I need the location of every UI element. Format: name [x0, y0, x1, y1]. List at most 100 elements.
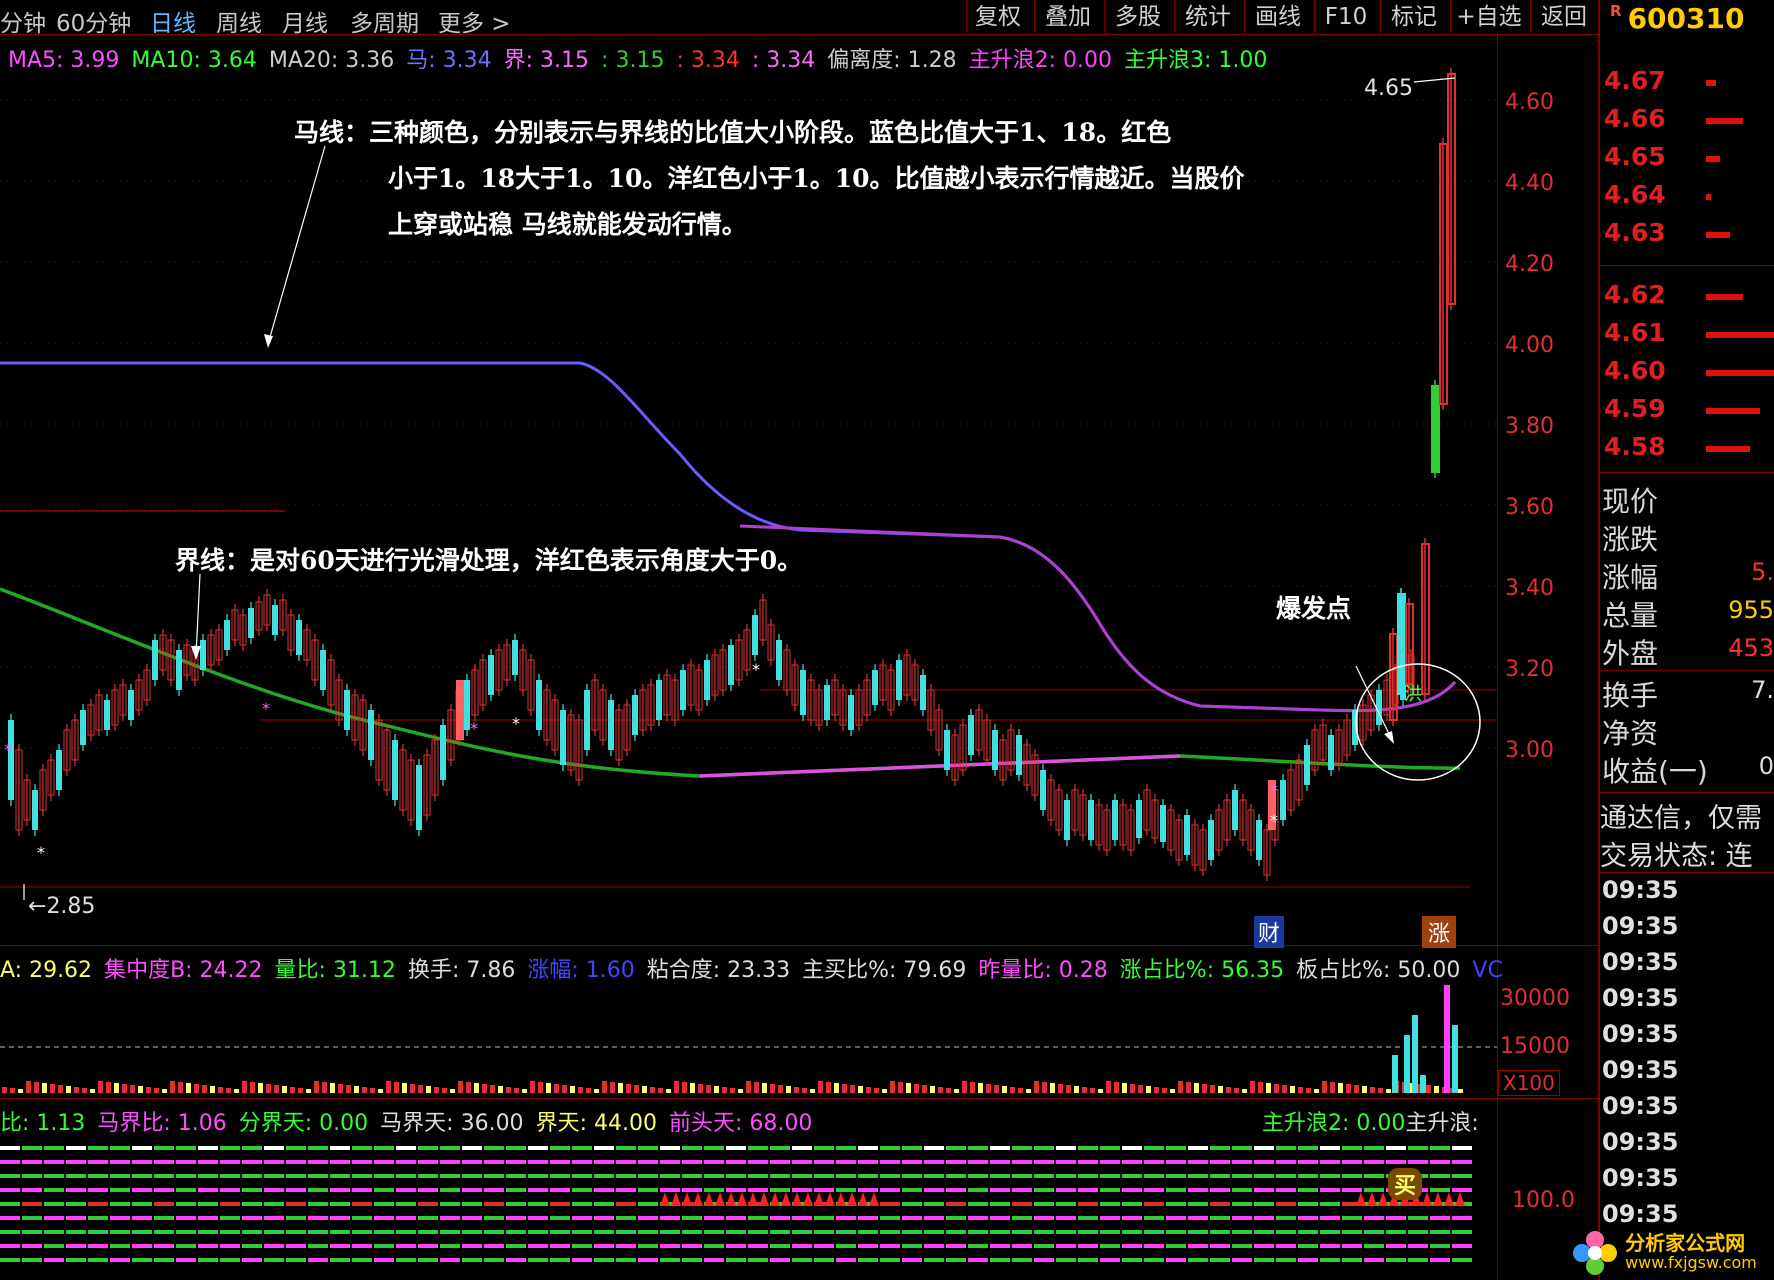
signal-segment: [154, 1258, 174, 1262]
signal-segment: [1320, 1160, 1340, 1164]
volume-bar: [282, 1086, 287, 1093]
signal-segment: [242, 1174, 262, 1178]
orderbook-price[interactable]: 4.67: [1604, 66, 1666, 95]
signal-segment: [1122, 1230, 1142, 1234]
candle-body: [1112, 800, 1118, 840]
signal-segment: [374, 1146, 394, 1150]
signal-segment: [1452, 1146, 1472, 1150]
period-weekly[interactable]: 周线: [216, 4, 262, 38]
orderbook-price[interactable]: 4.63: [1604, 218, 1666, 247]
volume-bar: [930, 1086, 935, 1093]
signal-segment: [946, 1174, 966, 1178]
signal-segment: [308, 1202, 328, 1206]
signal-segment: [638, 1174, 658, 1178]
period-60min[interactable]: 60分钟: [56, 4, 131, 38]
signal-segment: [88, 1188, 108, 1192]
signal-chart[interactable]: [0, 1132, 1497, 1280]
signal-segment: [506, 1188, 526, 1192]
volume-bar: [442, 1088, 447, 1093]
signal-segment: [1254, 1216, 1274, 1220]
signal-segment: [704, 1230, 724, 1234]
candle-body: [1256, 820, 1262, 860]
signal-segment: [990, 1174, 1010, 1178]
signal-segment: [1056, 1174, 1076, 1178]
volume-bar: [1458, 1089, 1463, 1093]
mark-button[interactable]: 标记: [1380, 0, 1447, 34]
signal-segment: [528, 1216, 548, 1220]
candle-body: [344, 690, 350, 730]
signal-segment: [726, 1174, 746, 1178]
period-multi[interactable]: 多周期: [350, 4, 419, 38]
volume-bar: [274, 1085, 279, 1093]
volume-bar-breakout: [1452, 1025, 1458, 1093]
signal-segment: [110, 1258, 130, 1262]
add-watchlist-button[interactable]: +自选: [1450, 0, 1527, 34]
burst-point-label: 爆发点: [1276, 594, 1352, 623]
period-more[interactable]: 更多 >: [438, 4, 511, 38]
overlay-button[interactable]: 叠加: [1034, 0, 1101, 34]
period-daily[interactable]: 日线: [150, 4, 196, 38]
volume-bar: [330, 1083, 335, 1093]
orderbook-volume-bar: [1706, 118, 1744, 124]
signal-segment: [660, 1244, 680, 1248]
limit-up-tag[interactable]: 涨: [1422, 916, 1457, 948]
signal-segment: [264, 1230, 284, 1234]
volume-bar: [994, 1085, 999, 1093]
multi-stock-button[interactable]: 多股: [1104, 0, 1171, 34]
period-monthly[interactable]: 月线: [282, 4, 328, 38]
tick-time: 09:35: [1602, 1200, 1679, 1228]
f10-button[interactable]: F10: [1314, 0, 1377, 34]
orderbook-price[interactable]: 4.62: [1604, 280, 1666, 309]
signal-segment: [506, 1160, 526, 1164]
volume-bar: [58, 1085, 63, 1093]
signal-segment: [396, 1146, 416, 1150]
statistics-button[interactable]: 统计: [1174, 0, 1241, 34]
signal-segment: [308, 1258, 328, 1262]
volume-bar: [1018, 1088, 1023, 1093]
volume-bar: [1194, 1083, 1199, 1093]
signal-segment: [484, 1216, 504, 1220]
signal-segment: [1320, 1258, 1340, 1262]
volume-bar: [1026, 1089, 1031, 1093]
period-minute[interactable]: 分钟: [0, 4, 46, 38]
draw-line-button[interactable]: 画线: [1244, 0, 1311, 34]
signal-segment: [242, 1160, 262, 1164]
back-button[interactable]: 返回: [1530, 0, 1597, 34]
volume-bar: [1386, 1089, 1391, 1093]
orderbook-volume-bar: [1706, 194, 1712, 200]
finance-tag[interactable]: 财: [1254, 916, 1285, 948]
volume-bars: [2, 985, 1463, 1093]
volume-bar: [474, 1083, 479, 1093]
signal-segment: [660, 1188, 680, 1192]
signal-segment: [528, 1202, 548, 1206]
orderbook-price[interactable]: 4.61: [1604, 318, 1666, 347]
orderbook-price[interactable]: 4.65: [1604, 142, 1666, 171]
volume-bar: [922, 1085, 927, 1093]
signal-segment: [1144, 1174, 1164, 1178]
signal-segment: [330, 1188, 350, 1192]
signal-segment: [1012, 1202, 1032, 1206]
signal-segment: [1078, 1202, 1098, 1206]
orderbook-price[interactable]: 4.64: [1604, 180, 1666, 209]
orderbook-price[interactable]: 4.59: [1604, 394, 1666, 423]
signal-segment: [374, 1188, 394, 1192]
volume-bar: [402, 1083, 407, 1093]
signal-segment: [550, 1202, 570, 1206]
orderbook-price[interactable]: 4.58: [1604, 432, 1666, 461]
fuquan-button[interactable]: 复权: [966, 0, 1029, 34]
volume-bar: [1130, 1084, 1135, 1093]
signal-segment: [198, 1146, 218, 1150]
orderbook-price[interactable]: 4.60: [1604, 356, 1666, 385]
signal-segment: [1276, 1216, 1296, 1220]
signal-segment: [176, 1188, 196, 1192]
signal-segment: [1276, 1230, 1296, 1234]
orderbook-price[interactable]: 4.66: [1604, 104, 1666, 133]
signal-segment: [242, 1202, 262, 1206]
signal-segment: [968, 1230, 988, 1234]
signal-segment: [44, 1216, 64, 1220]
volume-chart[interactable]: [0, 975, 1497, 1097]
star-mark: *: [262, 699, 270, 718]
signal-segment: [1188, 1146, 1208, 1150]
signal-segment: [1144, 1202, 1164, 1206]
signal-segment: [1364, 1174, 1384, 1178]
